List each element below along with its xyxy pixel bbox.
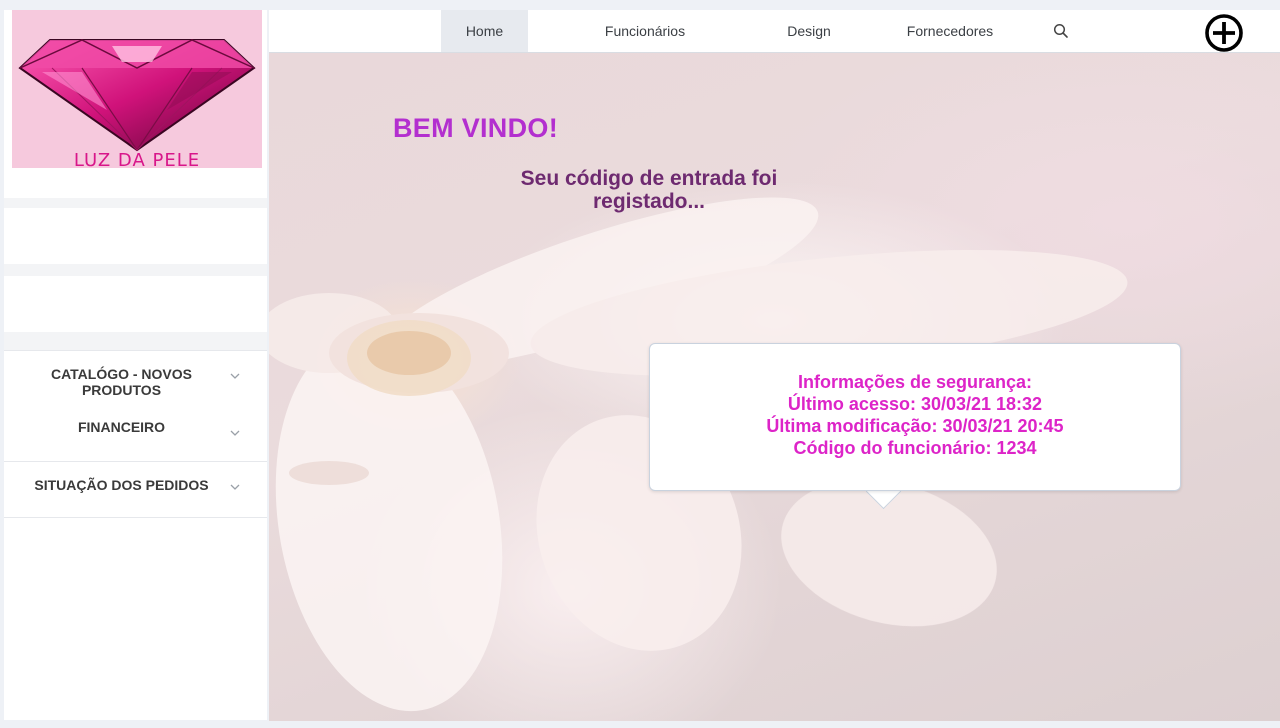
welcome-subtitle: Seu código de entrada foi registado...: [520, 167, 778, 213]
diamond-icon: [18, 39, 256, 152]
chevron-down-icon: [230, 482, 240, 492]
chevron-down-icon: [230, 428, 240, 438]
brand-logo[interactable]: LUZ DA PELE: [12, 10, 262, 168]
last-access: Último acesso: 30/03/21 18:32: [787, 394, 1043, 414]
sidebar-item-catalogo[interactable]: CATALÓGO - NOVOS PRODUTOS: [4, 350, 267, 407]
main-content: BEM VINDO! Seu código de entrada foi reg…: [269, 53, 1280, 721]
sidebar-item-label: SITUAÇÃO DOS PEDIDOS: [34, 477, 209, 493]
welcome-heading: BEM VINDO!: [393, 113, 558, 143]
sidebar-item-label: FINANCEIRO: [77, 419, 166, 435]
security-heading: Informações de segurança:: [797, 372, 1033, 392]
security-info-box: Informações de segurança: Último acesso:…: [649, 343, 1181, 491]
last-modification: Última modificação: 30/03/21 20:45: [766, 416, 1064, 436]
sidebar-item-situacao[interactable]: SITUAÇÃO DOS PEDIDOS: [4, 462, 267, 518]
nav-home[interactable]: Home: [441, 10, 528, 52]
nav-funcionarios[interactable]: Funcionários: [584, 10, 706, 52]
top-nav: Home Funcionários Design Fornecedores: [269, 10, 1280, 53]
search-icon[interactable]: [1053, 23, 1069, 44]
employee-code: Código do funcionário: 1234: [793, 438, 1037, 458]
nav-fornecedores[interactable]: Fornecedores: [895, 10, 1005, 52]
sidebar-divider: [4, 264, 267, 276]
sidebar-divider: [4, 332, 267, 350]
sidebar-item-financeiro[interactable]: FINANCEIRO: [4, 406, 267, 462]
nav-design[interactable]: Design: [769, 10, 849, 52]
sidebar-item-label: CATALÓGO - NOVOS PRODUTOS: [50, 366, 193, 398]
chevron-down-icon: [230, 371, 240, 381]
brand-name: LUZ DA PELE: [73, 150, 201, 168]
plus-circle-icon[interactable]: [1198, 12, 1252, 57]
sidebar: LUZ DA PELE CATALÓGO - NOVOS PRODUTOS FI…: [4, 10, 267, 720]
sidebar-divider: [4, 198, 267, 208]
